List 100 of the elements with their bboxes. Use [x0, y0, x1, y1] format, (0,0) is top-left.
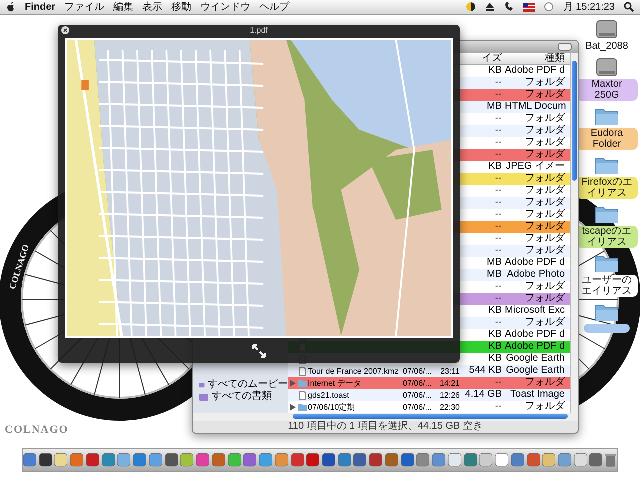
table-cell-text: KB	[488, 305, 503, 317]
disclosure-triangle-icon[interactable]	[290, 404, 296, 410]
table-cell-text: --	[494, 197, 503, 209]
table-cell-text: フォルダ	[524, 317, 566, 329]
app-icon[interactable]	[369, 453, 383, 467]
file-row[interactable]: 07/06/10定期 07/06/... 22:30 -- フォルダ	[288, 401, 570, 413]
drive-icon[interactable]	[594, 18, 620, 40]
table-cell-text: Internet データ	[308, 378, 362, 388]
search-icon[interactable]	[624, 2, 634, 12]
close-icon[interactable]	[61, 26, 70, 35]
table-cell-text: フォルダ	[524, 401, 566, 413]
circle-icon[interactable]	[544, 2, 554, 12]
app-icon[interactable]	[164, 453, 178, 467]
window-title: 1.pdf	[250, 26, 268, 35]
table-cell-text: --	[494, 245, 503, 257]
menu-item[interactable]: Finder	[25, 2, 56, 12]
file-row[interactable]: gds21.toast 07/06/... 12:26 4.14 GB Toast Image	[288, 389, 570, 401]
icon-label[interactable]	[584, 324, 630, 333]
phone-icon[interactable]	[504, 2, 514, 12]
icon-label[interactable]: Firefoxのエイリアス	[576, 177, 638, 199]
table-cell-text: Toast Image	[510, 389, 566, 401]
app-icon[interactable]	[322, 453, 336, 467]
table-cell-text: --	[494, 77, 503, 89]
app-icon[interactable]	[400, 453, 414, 467]
trash-icon[interactable]	[605, 452, 617, 468]
table-cell-text: フォルダ	[524, 377, 566, 389]
table-cell-text: --	[494, 185, 503, 197]
vertical-scrollbar[interactable]	[570, 53, 578, 413]
table-cell-text: --	[494, 233, 503, 245]
table-cell-text: フォルダ	[524, 209, 566, 221]
icon-label[interactable]: ユーザーのエイリアス	[576, 275, 638, 297]
table-cell-text: Tour de France 2007.kmz	[308, 366, 400, 376]
app-icon[interactable]	[306, 453, 320, 467]
table-cell-text: フォルダ	[524, 233, 566, 245]
app-icon[interactable]	[495, 453, 509, 467]
apple-icon[interactable]	[6, 1, 16, 13]
moon-icon[interactable]	[466, 2, 476, 12]
table-cell-text: --	[494, 317, 503, 329]
brand-logo: COLNAGO	[5, 424, 69, 436]
table-cell-text: Adobe PDF d	[505, 341, 566, 353]
column-heading[interactable]: イズ	[463, 53, 505, 65]
table-cell-text: KB	[488, 341, 503, 353]
table-cell-text: フォルダ	[524, 221, 566, 233]
flag-icon[interactable]	[523, 2, 536, 12]
table-cell-text: フォルダ	[524, 77, 566, 89]
table-cell-text: フォルダ	[524, 197, 566, 209]
app-icon[interactable]	[290, 453, 304, 467]
table-cell-text: --	[494, 125, 503, 137]
table-cell-text: フォルダ	[524, 173, 566, 185]
scroll-thumb[interactable]	[293, 414, 568, 419]
table-cell-text: --	[494, 113, 503, 125]
app-icon[interactable]	[196, 453, 210, 467]
table-cell-text: gds21.toast	[308, 390, 350, 400]
app-icon[interactable]	[589, 453, 604, 467]
table-cell-text: JPEG イメー	[505, 161, 566, 173]
toolbar-toggle-button[interactable]	[558, 43, 572, 51]
table-cell-text: フォルダ	[524, 149, 566, 161]
table-cell-text: フォルダ	[524, 185, 566, 197]
file-row[interactable]: Internet データ 07/06/... 14:21 -- フォルダ	[288, 377, 570, 389]
menu-item[interactable]: ファイル	[64, 0, 105, 14]
sidebar-item[interactable]: すべての書類	[212, 391, 272, 403]
menu-clock[interactable]: 月 15:21:23	[563, 0, 615, 14]
menu-item[interactable]: 表示	[142, 0, 163, 14]
table-cell-text: フォルダ	[524, 89, 566, 101]
table-cell-text: 4.14 GB	[464, 389, 503, 401]
icon-label[interactable]: tscapeのエイリアス	[576, 226, 638, 248]
table-cell-text: 07/06/...	[403, 366, 433, 376]
icon-label[interactable]: Maxtor 250G	[576, 79, 638, 101]
table-cell-text: --	[494, 377, 503, 389]
app-icon[interactable]	[353, 453, 368, 467]
table-cell-text: 07/06/...	[403, 402, 433, 412]
table-cell-text: Adobe PDF d	[505, 65, 566, 77]
table-cell-text: --	[494, 89, 503, 101]
table-cell-text: フォルダ	[524, 245, 566, 257]
table-cell-text: フォルダ	[524, 293, 566, 305]
menu-item[interactable]: ヘルプ	[260, 0, 290, 14]
file-row[interactable]: Tour de France 2007.kmz 07/06/... 23:11 544 KB Google Earth	[288, 365, 570, 377]
sidebar-item[interactable]: すべてのムービー	[208, 379, 288, 391]
table-cell-text: --	[494, 293, 503, 305]
eject-icon[interactable]	[485, 2, 496, 12]
drive-icon[interactable]	[594, 56, 620, 78]
menu-item[interactable]: 編集	[114, 0, 134, 14]
app-icon[interactable]	[133, 453, 147, 467]
column-heading[interactable]: 種類	[505, 53, 568, 65]
menu-item[interactable]: 移動	[172, 0, 192, 14]
horizontal-scrollbar[interactable]	[193, 413, 578, 421]
table-cell-text: 12:26	[438, 390, 461, 400]
table-cell-text: フォルダ	[524, 137, 566, 149]
table-cell-text: 14:21	[438, 378, 461, 388]
icon-label[interactable]: Eudora Folder	[576, 128, 638, 150]
table-cell-text: 07/06/...	[403, 378, 433, 388]
table-cell-text: Adobe Photo	[506, 269, 566, 281]
scroll-thumb[interactable]	[572, 61, 577, 181]
table-cell-text: --	[494, 173, 503, 185]
menu-item[interactable]: ウインドウ	[200, 0, 251, 14]
app-icon[interactable]	[86, 453, 100, 467]
app-icon[interactable]	[384, 453, 399, 467]
app-icon[interactable]	[38, 453, 52, 467]
fullscreen-icon[interactable]	[252, 344, 266, 358]
table-cell-text: KB	[488, 65, 503, 77]
